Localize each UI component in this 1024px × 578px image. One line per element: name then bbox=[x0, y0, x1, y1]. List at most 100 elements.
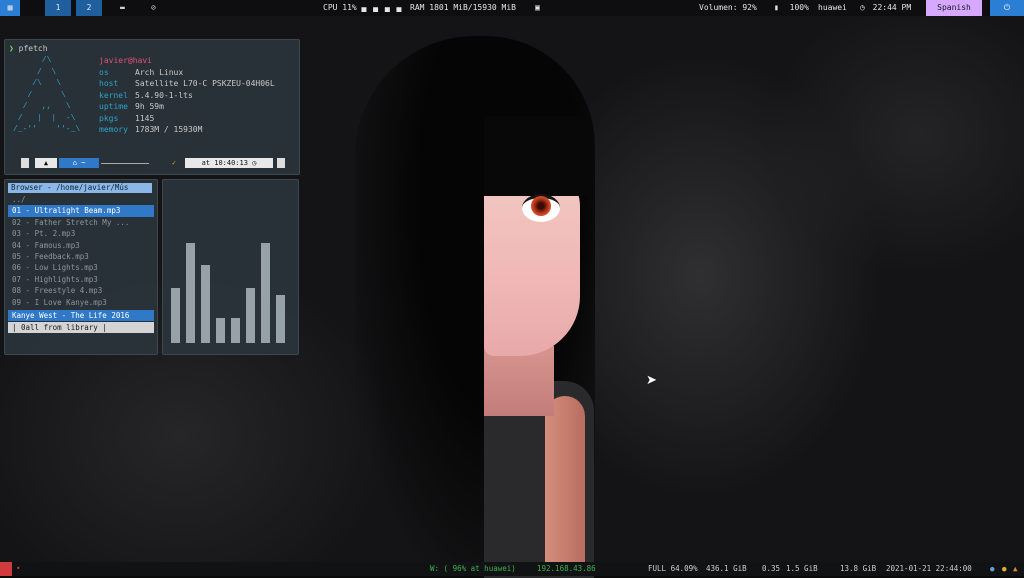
workspace-label: 1 bbox=[55, 3, 61, 12]
time-segment: at 10:40:13 ◷ bbox=[185, 158, 273, 168]
cpu-indicator: CPU 11% ▄ ▄ ▄ ▄ bbox=[323, 0, 402, 16]
track-item[interactable]: 05 - Feedback.mp3 bbox=[8, 251, 154, 262]
wifi-indicator[interactable]: huawei bbox=[818, 0, 847, 16]
ram-indicator: RAM 1801 MiB/15930 MiB bbox=[410, 0, 516, 16]
clock: ◷ 22:44 PM bbox=[860, 0, 911, 16]
info-value: Satellite L70-C PSKZEU-04H06L bbox=[135, 79, 275, 88]
cpu-graph-icon: ▄ ▄ ▄ ▄ bbox=[361, 3, 403, 12]
track-item[interactable]: 02 - Father Stretch My ... bbox=[8, 217, 154, 228]
memory-total-status: 13.8 GiB bbox=[840, 564, 877, 573]
bottom-status-bar: • W: ( 96% at huawei) 192.168.43.86 FULL… bbox=[0, 562, 1024, 576]
disk-status: 436.1 GiB bbox=[706, 564, 747, 573]
language-label: Spanish bbox=[937, 3, 971, 12]
track-item[interactable]: 06 - Low Lights.mp3 bbox=[8, 262, 154, 273]
directory-label: ~ bbox=[81, 159, 86, 167]
battery-label: 100% bbox=[789, 3, 809, 12]
terminal-pfetch[interactable]: ❯ pfetch /\ / \ /\ \ / \ / ,, \ / | | -\… bbox=[4, 39, 300, 175]
audio-visualizer bbox=[162, 179, 299, 355]
track-item[interactable]: 03 - Pt. 2.mp3 bbox=[8, 228, 154, 239]
visualizer-bar bbox=[246, 288, 255, 343]
clock-icon: ◷ bbox=[860, 3, 865, 12]
info-value: 1145 bbox=[135, 113, 155, 123]
status-dot-icon: • bbox=[16, 564, 21, 573]
visualizer-bar bbox=[186, 243, 195, 343]
info-key: pkgs bbox=[99, 113, 119, 123]
clock-label: 22:44 PM bbox=[872, 3, 912, 12]
wifi-label: huawei bbox=[818, 3, 847, 12]
wifi-status: W: ( 96% at huawei) bbox=[430, 564, 516, 573]
wallpaper-iris bbox=[531, 196, 551, 216]
top-bar: ▦ 1 2 ▬ ⊘ CPU 11% ▄ ▄ ▄ ▄ RAM 1801 MiB/1… bbox=[0, 0, 1024, 16]
tray-icon[interactable]: ● bbox=[1002, 562, 1007, 576]
apps-menu-button[interactable]: ▦ bbox=[0, 0, 20, 16]
arch-logo: /\ / \ /\ \ / \ / ,, \ / | | -\ /_-'' ''… bbox=[13, 56, 81, 134]
info-value: 1783M / 15930M bbox=[135, 125, 203, 134]
date-status: 2021-01-21 22:44:00 bbox=[886, 564, 972, 573]
tray-icon[interactable]: ▲ bbox=[1013, 562, 1018, 576]
track-item[interactable]: 09 - I Love Kanye.mp3 bbox=[8, 297, 154, 308]
browser-header: Browser - /home/javier/Mús bbox=[8, 183, 152, 193]
volume-label: Volumen: 92% bbox=[699, 3, 757, 12]
language-button[interactable]: Spanish bbox=[926, 0, 982, 16]
power-icon: ⏻ bbox=[1003, 3, 1011, 12]
screenshot-icon[interactable]: ▣ bbox=[535, 0, 540, 16]
battery-indicator: ▮ 100% bbox=[774, 0, 809, 16]
home-icon: ⌂ bbox=[72, 159, 77, 167]
wallpaper-arm bbox=[545, 396, 585, 576]
tray-icon[interactable]: ● bbox=[990, 562, 995, 576]
prompt-command: pfetch bbox=[18, 44, 48, 53]
prompt-line: ❯ pfetch bbox=[9, 44, 48, 53]
info-value: 5.4.90-1-lts bbox=[135, 90, 193, 100]
prompt-status-line: ▲ ⌂ ~ ✓ at 10:40:13 ◷ bbox=[9, 157, 295, 169]
track-item[interactable]: 08 - Freestyle 4.mp3 bbox=[8, 285, 154, 296]
info-key: kernel bbox=[99, 90, 128, 100]
info-key: os bbox=[99, 67, 109, 77]
arch-icon: ▲ bbox=[35, 158, 57, 168]
mode-indicator bbox=[0, 562, 12, 576]
clock-icon: ◷ bbox=[252, 159, 257, 167]
info-key: uptime bbox=[99, 102, 128, 111]
user-host: javier@havi bbox=[99, 56, 152, 65]
command-line[interactable]: | 0all from library | bbox=[8, 322, 154, 333]
prompt-chevron-icon: ❯ bbox=[9, 44, 14, 53]
ip-status: 192.168.43.86 bbox=[537, 564, 596, 573]
track-item[interactable]: 01 - Ultralight Beam.mp3 bbox=[8, 205, 154, 217]
volume-indicator[interactable]: Volumen: 92% bbox=[699, 0, 757, 16]
workspace-2-button[interactable]: 2 bbox=[76, 0, 102, 16]
visualizer-bar bbox=[201, 265, 210, 343]
workspace-1-button[interactable]: 1 bbox=[45, 0, 71, 16]
track-list: ../ 01 - Ultralight Beam.mp3 02 - Father… bbox=[8, 194, 154, 308]
info-value: Arch Linux bbox=[135, 67, 184, 77]
info-key: host bbox=[99, 79, 119, 88]
music-player[interactable]: Browser - /home/javier/Mús ../ 01 - Ultr… bbox=[4, 179, 158, 355]
visualizer-bar bbox=[216, 318, 225, 343]
time-label: at 10:40:13 bbox=[201, 159, 248, 167]
visualizer-bar bbox=[276, 295, 285, 343]
wallpaper-bangs bbox=[484, 116, 594, 196]
status-edge bbox=[277, 158, 285, 168]
load-status: 0.35 bbox=[762, 564, 781, 573]
mouse-cursor-icon: ➤ bbox=[646, 373, 657, 388]
status-divider bbox=[101, 163, 149, 164]
parent-directory[interactable]: ../ bbox=[8, 194, 154, 205]
visualizer-bar bbox=[171, 288, 180, 343]
battery-status: FULL 64.09% bbox=[648, 564, 698, 573]
cpu-label: CPU 11% bbox=[323, 3, 357, 12]
track-item[interactable]: 07 - Highlights.mp3 bbox=[8, 274, 154, 285]
system-info: javier@havi os Arch Linux host Satellite L… bbox=[99, 55, 275, 136]
status-check: ✓ bbox=[171, 159, 177, 167]
track-item[interactable]: 04 - Famous.mp3 bbox=[8, 240, 154, 251]
memory-status: 1.5 GiB bbox=[786, 564, 818, 573]
wallpaper-neck bbox=[484, 346, 554, 416]
visualizer-bar bbox=[261, 243, 270, 343]
folder-icon[interactable]: ▬ bbox=[120, 0, 125, 16]
info-key: memory bbox=[99, 125, 128, 134]
battery-icon: ▮ bbox=[774, 3, 779, 12]
ram-label: RAM 1801 MiB/15930 MiB bbox=[410, 3, 516, 12]
directory-segment: ⌂ ~ bbox=[59, 158, 99, 168]
status-edge bbox=[21, 158, 29, 168]
compass-icon[interactable]: ⊘ bbox=[151, 0, 156, 16]
grid-icon: ▦ bbox=[7, 3, 13, 12]
visualizer-bar bbox=[231, 318, 240, 343]
power-button[interactable]: ⏻ bbox=[990, 0, 1024, 16]
